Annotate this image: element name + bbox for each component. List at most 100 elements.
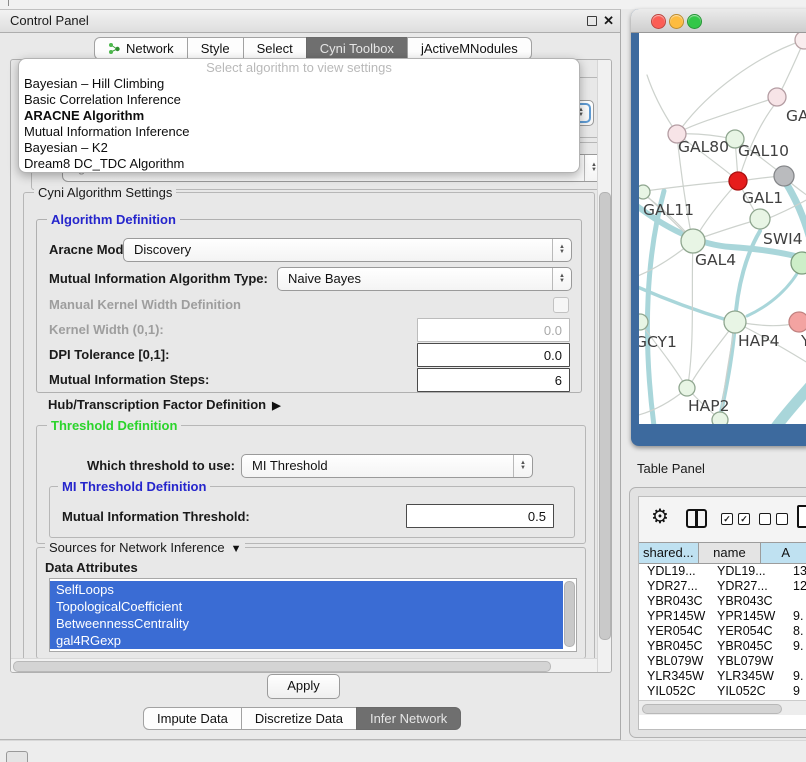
kernel-width-input [417,318,570,342]
mi-threshold-group: MI Threshold Definition Mutual Informati… [49,486,575,538]
network-node-label: SWI4 [763,230,803,248]
network-canvas[interactable]: GALGAL80GAL10GAL1GAL11SWI4GAL4GCY1HAP4YH… [639,33,806,424]
tab-cyni-toolbox[interactable]: Cyni Toolbox [306,37,408,60]
tab-infer-network[interactable]: Infer Network [356,707,461,730]
stepper-icon[interactable]: ▲▼ [552,239,571,261]
control-panel-tabs: Network Style Select Cyni Toolbox jActiv… [94,37,532,60]
menu-item-selected[interactable]: ARACNE Algorithm [19,108,579,124]
which-threshold-combo[interactable]: MI Threshold ▲▼ [241,454,533,478]
table-row[interactable]: YIL052C YIL052C 9 [639,684,806,699]
menu-item[interactable]: Bayesian – Hill Climbing [19,76,579,92]
cyni-settings-title: Cyni Algorithm Settings [34,185,176,200]
gear-icon[interactable]: ⚙ [651,505,669,529]
cell-shared-name: YER054C [639,624,711,639]
network-node[interactable] [729,172,747,190]
cell-name: YDL19... [711,564,787,579]
network-edge [677,40,804,134]
cell-name: YPR145W [711,609,787,624]
menu-item[interactable]: Basic Correlation Inference [19,92,579,108]
network-node[interactable] [768,88,786,106]
column-header-name[interactable]: name [699,543,762,563]
cell-name: YER054C [711,624,787,639]
table-hscrollbar-thumb[interactable] [642,704,782,714]
network-node[interactable] [681,229,705,253]
table-row[interactable]: YBL079W YBL079W [639,654,806,669]
tab-impute-data[interactable]: Impute Data [143,707,242,730]
list-item-selected[interactable]: TopologicalCoefficient [50,598,563,615]
table-toolbar: ⚙ ✓ ✓ [639,497,806,542]
sources-title[interactable]: Sources for Network Inference▼ [45,540,245,555]
tab-select[interactable]: Select [243,37,307,60]
table-row[interactable]: YLR345W YLR345W 9. [639,669,806,684]
cell-shared-name: YDR27... [639,579,711,594]
tab-style[interactable]: Style [187,37,244,60]
horizontal-scrollbar-thumb[interactable] [13,661,551,672]
table-row[interactable]: YDR27... YDR27... 12 [639,579,806,594]
network-node[interactable] [724,311,746,333]
tab-jactivemnodules[interactable]: jActiveMNodules [407,37,532,60]
checked-checkbox-icon: ✓ [721,513,733,525]
table-panel-inner: ⚙ ✓ ✓ shared... name A [638,496,806,730]
network-node[interactable] [789,312,806,332]
list-item-selected[interactable]: BetweennessCentrality [50,615,563,632]
network-node[interactable] [750,209,770,229]
column-header-partial[interactable]: A [761,543,806,563]
network-node-label: HAP2 [688,397,729,415]
dpi-tolerance-input[interactable] [417,343,570,367]
network-node[interactable] [639,185,650,199]
document-icon[interactable] [797,505,806,528]
collapse-down-icon[interactable]: ▼ [231,543,242,555]
network-node-label: GAL1 [742,189,783,207]
bottom-tabs: Impute Data Discretize Data Infer Networ… [143,707,461,730]
list-item-selected[interactable]: SelfLoops [50,581,563,598]
network-graph[interactable]: GALGAL80GAL10GAL1GAL11SWI4GAL4GCY1HAP4YH… [639,33,806,424]
list-item-selected[interactable]: gal4RGexp [50,632,563,649]
close-traffic-light-icon[interactable] [651,14,666,29]
column-header-shared-name[interactable]: shared... [639,543,699,563]
network-edge [779,43,803,95]
table-row[interactable]: YER054C YER054C 8. [639,624,806,639]
tab-discretize-data[interactable]: Discretize Data [241,707,357,730]
table-hscrollbar-track[interactable] [639,700,806,715]
table-row[interactable]: YPR145W YPR145W 9. [639,609,806,624]
menu-item[interactable]: Dream8 DC_TDC Algorithm [19,156,579,172]
cell-value: 9. [787,639,806,654]
aracne-mode-combo[interactable]: Discovery ▲▼ [123,238,572,262]
mi-type-combo[interactable]: Naive Bayes ▲▼ [277,267,572,291]
apply-button[interactable]: Apply [267,674,340,699]
checked-checkbox-icon: ✓ [738,513,750,525]
corner-button[interactable] [6,751,28,762]
threshold-definition-group: Threshold Definition Which threshold to … [36,425,586,544]
network-node[interactable] [774,166,794,186]
table-row[interactable]: YBR043C YBR043C [639,594,806,609]
close-icon[interactable]: ✕ [603,13,614,29]
hub-definition-label[interactable]: Hub/Transcription Factor Definition▶ [48,395,281,416]
minimize-traffic-light-icon[interactable] [669,14,684,29]
split-columns-icon[interactable] [686,509,707,528]
hide-columns-button[interactable] [759,513,788,525]
expand-right-icon[interactable]: ▶ [272,400,280,412]
float-window-icon[interactable] [587,16,597,26]
table-row[interactable]: YDL19... YDL19... 13 [639,564,806,579]
menu-item[interactable]: Mutual Information Inference [19,124,579,140]
mi-steps-input[interactable] [417,368,570,392]
tab-network[interactable]: Network [94,37,188,60]
aracne-mode-value: Discovery [134,239,191,261]
stepper-icon[interactable]: ▲▼ [552,268,571,290]
list-scrollbar-thumb[interactable] [564,581,575,647]
vertical-scrollbar-thumb[interactable] [599,192,611,640]
network-edge [695,183,737,239]
tab-label: Infer Network [370,708,447,729]
manual-kernel-checkbox [553,297,569,313]
table-body: YDL19... YDL19... 13 YDR27... YDR27... 1… [639,564,806,700]
mi-threshold-input[interactable] [406,504,554,528]
zoom-traffic-light-icon[interactable] [687,14,702,29]
menu-item[interactable]: Bayesian – K2 [19,140,579,156]
stepper-icon[interactable]: ▲▼ [513,455,532,477]
network-node[interactable] [679,380,695,396]
show-checked-columns-button[interactable]: ✓ ✓ [721,513,750,525]
network-window-titlebar[interactable] [631,9,806,33]
table-row[interactable]: YBR045C YBR045C 9. [639,639,806,654]
top-strip [0,0,806,9]
network-node[interactable] [795,33,806,49]
